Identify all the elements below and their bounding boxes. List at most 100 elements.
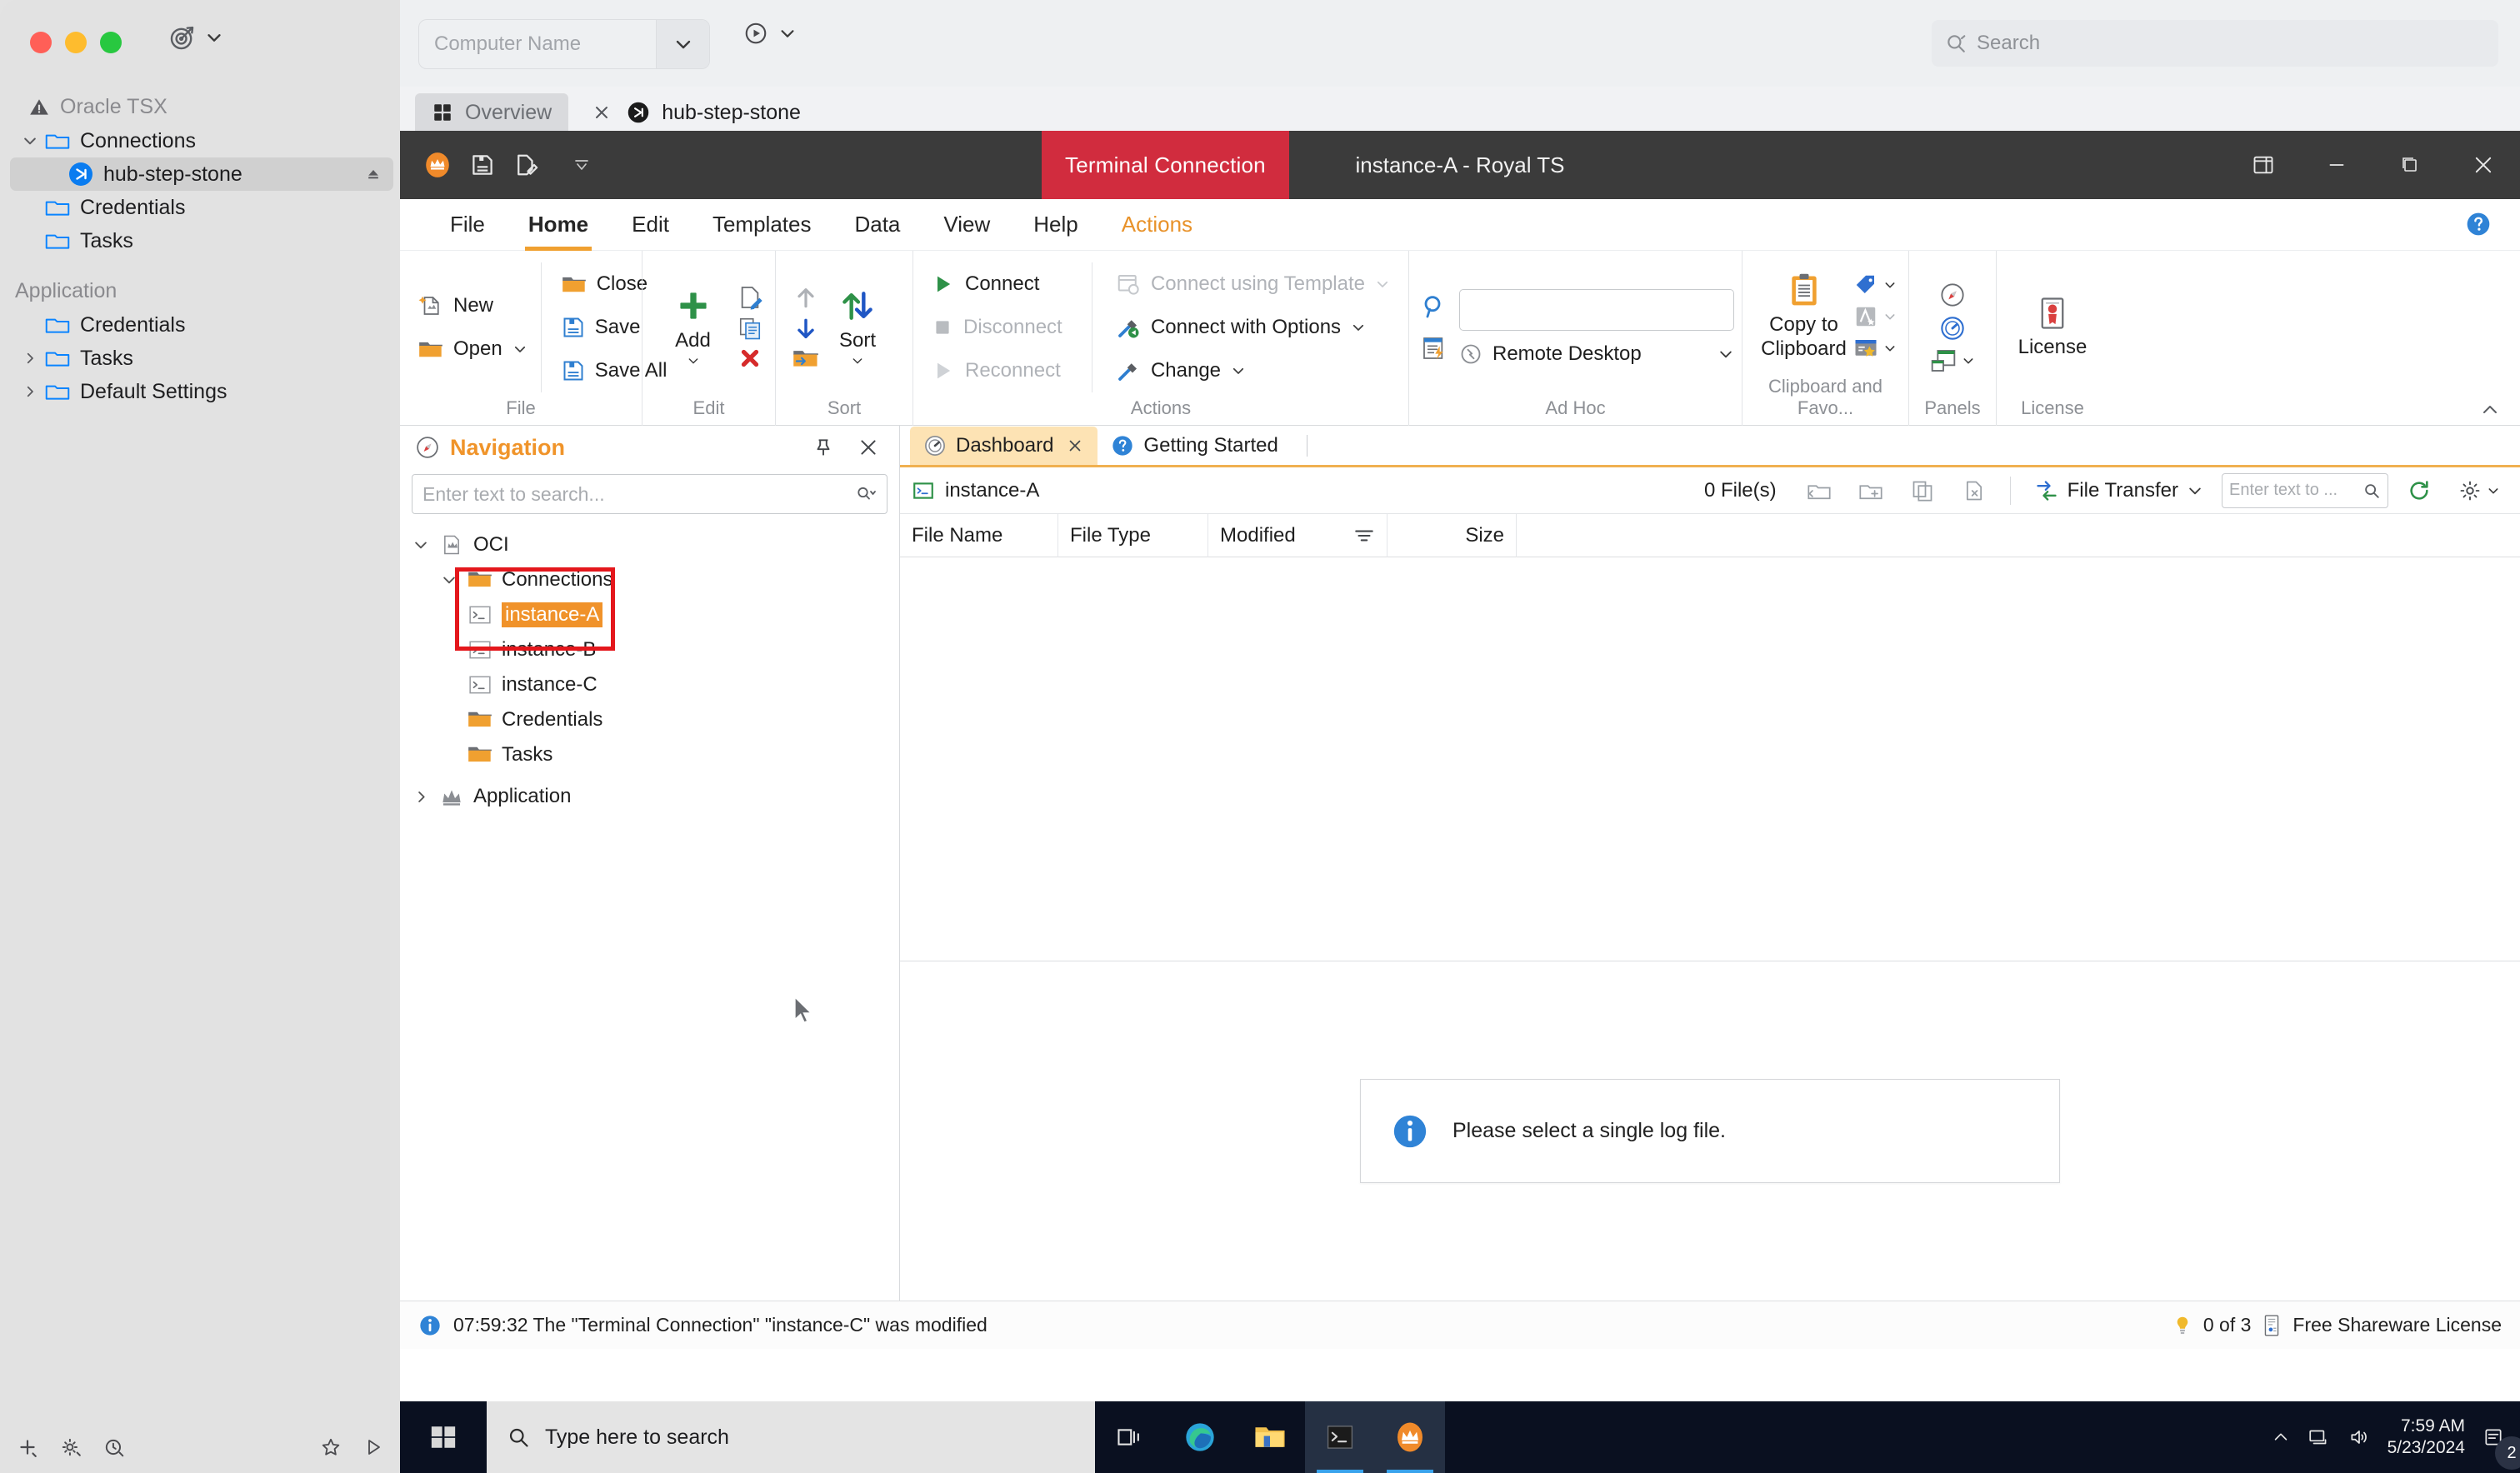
sidebar-item-hub-step-stone[interactable]: hub-step-stone	[10, 157, 393, 191]
dashboard-icon[interactable]	[1939, 315, 1966, 342]
search-icon[interactable]	[2362, 482, 2381, 500]
tree-node-instance-a[interactable]: instance-A	[400, 597, 899, 632]
gear-icon[interactable]	[60, 1436, 82, 1458]
ribbon-tab-templates[interactable]: Templates	[691, 199, 833, 251]
window-traffic-lights[interactable]	[30, 32, 122, 53]
royalts-crown-icon[interactable]	[1375, 1401, 1445, 1473]
delete-file-icon[interactable]	[1953, 479, 1995, 502]
close-icon[interactable]	[592, 102, 612, 122]
chevron-down-icon[interactable]	[205, 28, 223, 47]
ribbon-tab-home[interactable]: Home	[507, 199, 610, 251]
taskbar-search-input[interactable]: Type here to search	[487, 1401, 1095, 1473]
minimize-icon[interactable]	[2300, 131, 2373, 199]
ribbon-tab-view[interactable]: View	[922, 199, 1012, 251]
navigation-search-field[interactable]: Enter text to search...	[412, 474, 888, 514]
copy-files-icon[interactable]	[1902, 479, 1943, 502]
doc-tab-dashboard[interactable]: Dashboard	[910, 427, 1098, 465]
duplicate-icon[interactable]	[738, 316, 762, 341]
sort-button[interactable]: Sort	[819, 287, 896, 367]
help-circle-icon[interactable]	[2465, 211, 2492, 237]
new-folder-icon[interactable]	[1850, 480, 1892, 502]
chevron-down-icon[interactable]	[18, 132, 42, 149]
computer-name-input[interactable]: Computer Name	[419, 32, 656, 56]
sidebar-item-app-tasks[interactable]: Tasks	[0, 342, 400, 375]
license-icon[interactable]	[2261, 1314, 2282, 1337]
close-icon[interactable]	[1066, 437, 1084, 455]
chevron-down-icon[interactable]	[850, 354, 865, 367]
ribbon-tab-actions[interactable]: Actions	[1100, 199, 1214, 251]
edge-icon[interactable]	[1165, 1401, 1235, 1473]
doc-tab-getting-started[interactable]: Getting Started	[1098, 427, 1291, 465]
search-dropdown-icon[interactable]	[855, 484, 877, 504]
tree-node-tasks[interactable]: Tasks	[400, 737, 899, 772]
target-toolbar-control[interactable]	[168, 23, 223, 52]
arrow-down-icon[interactable]	[792, 316, 819, 342]
chevron-right-icon[interactable]	[18, 351, 42, 366]
restore-layout-icon[interactable]	[2227, 131, 2300, 199]
copy-to-clipboard-button[interactable]: Copy to Clipboard	[1754, 272, 1853, 362]
new-button[interactable]: New	[412, 284, 534, 327]
search-icon[interactable]	[1421, 293, 1448, 320]
add-item-button[interactable]	[17, 1436, 38, 1458]
tree-node-application[interactable]: Application	[400, 779, 899, 814]
chevron-right-icon[interactable]	[407, 789, 435, 805]
column-header-file-type[interactable]: File Type	[1058, 514, 1208, 557]
clock-icon[interactable]	[103, 1436, 125, 1458]
file-explorer-icon[interactable]	[1235, 1401, 1305, 1473]
chevron-down-icon[interactable]	[1718, 346, 1734, 362]
gear-icon[interactable]	[2450, 479, 2508, 502]
customize-chevron-icon[interactable]	[572, 155, 592, 175]
new-document-icon[interactable]	[513, 152, 538, 177]
delete-x-icon[interactable]	[738, 346, 762, 371]
change-button[interactable]: Change	[1109, 349, 1397, 392]
chevron-down-icon[interactable]	[656, 20, 709, 68]
edit-document-icon[interactable]	[737, 284, 763, 311]
vm-tab-overview[interactable]: Overview	[415, 93, 568, 132]
open-button[interactable]: Open	[412, 327, 534, 371]
close-icon[interactable]	[851, 437, 886, 458]
pin-icon[interactable]	[806, 437, 841, 458]
lightbulb-icon[interactable]	[2172, 1315, 2193, 1336]
license-button[interactable]: License	[2010, 296, 2096, 359]
close-window-button[interactable]	[30, 32, 52, 53]
close-icon[interactable]	[2447, 131, 2520, 199]
task-view-icon[interactable]	[1095, 1401, 1165, 1473]
vm-tab-hub-step-stone[interactable]: hub-step-stone	[575, 93, 818, 132]
arrow-up-icon[interactable]	[792, 284, 819, 311]
terminal-icon[interactable]	[1305, 1401, 1375, 1473]
connect-with-options-button[interactable]: Connect with Options	[1109, 306, 1397, 349]
collapse-ribbon-button[interactable]	[2478, 400, 2502, 420]
run-vm-button[interactable]	[743, 21, 797, 46]
tree-node-credentials[interactable]: Credentials	[400, 702, 899, 737]
chevron-down-icon[interactable]	[435, 572, 463, 588]
volume-icon[interactable]	[2348, 1426, 2371, 1448]
chevron-down-icon[interactable]	[1351, 320, 1366, 335]
sidebar-item-default-settings[interactable]: Default Settings	[0, 375, 400, 408]
vm-search-field[interactable]: Search	[1932, 20, 2498, 67]
column-header-size[interactable]: Size	[1388, 514, 1517, 557]
windows-start-icon[interactable]	[400, 1401, 487, 1473]
maximize-window-button[interactable]	[100, 32, 122, 53]
move-to-folder-icon[interactable]	[792, 347, 819, 371]
panel-layout-icon[interactable]	[1930, 348, 1975, 373]
computer-name-combobox[interactable]: Computer Name	[418, 19, 710, 69]
chevron-down-icon[interactable]	[778, 24, 797, 42]
chevron-right-icon[interactable]	[18, 384, 42, 399]
file-search-input[interactable]: Enter text to ...	[2222, 473, 2388, 508]
file-transfer-button[interactable]: File Transfer	[2026, 479, 2212, 502]
chevron-down-icon[interactable]	[512, 342, 528, 357]
script-icon[interactable]	[1421, 335, 1448, 362]
ribbon-tab-data[interactable]: Data	[832, 199, 922, 251]
add-button[interactable]: Add	[655, 287, 732, 367]
tag-icon[interactable]	[1853, 272, 1897, 297]
maximize-icon[interactable]	[2373, 131, 2447, 199]
tree-node-connections[interactable]: Connections	[400, 562, 899, 597]
column-header-file-name[interactable]: File Name	[900, 514, 1058, 557]
chevron-down-icon[interactable]	[1231, 363, 1246, 378]
tree-node-instance-c[interactable]: instance-C	[400, 667, 899, 702]
taskbar-clock[interactable]: 7:59 AM 5/23/2024	[2388, 1416, 2465, 1460]
save-icon[interactable]	[470, 152, 495, 177]
star-icon[interactable]	[320, 1436, 342, 1458]
sidebar-item-tasks[interactable]: Tasks	[0, 224, 400, 257]
refresh-icon[interactable]	[2398, 479, 2440, 502]
